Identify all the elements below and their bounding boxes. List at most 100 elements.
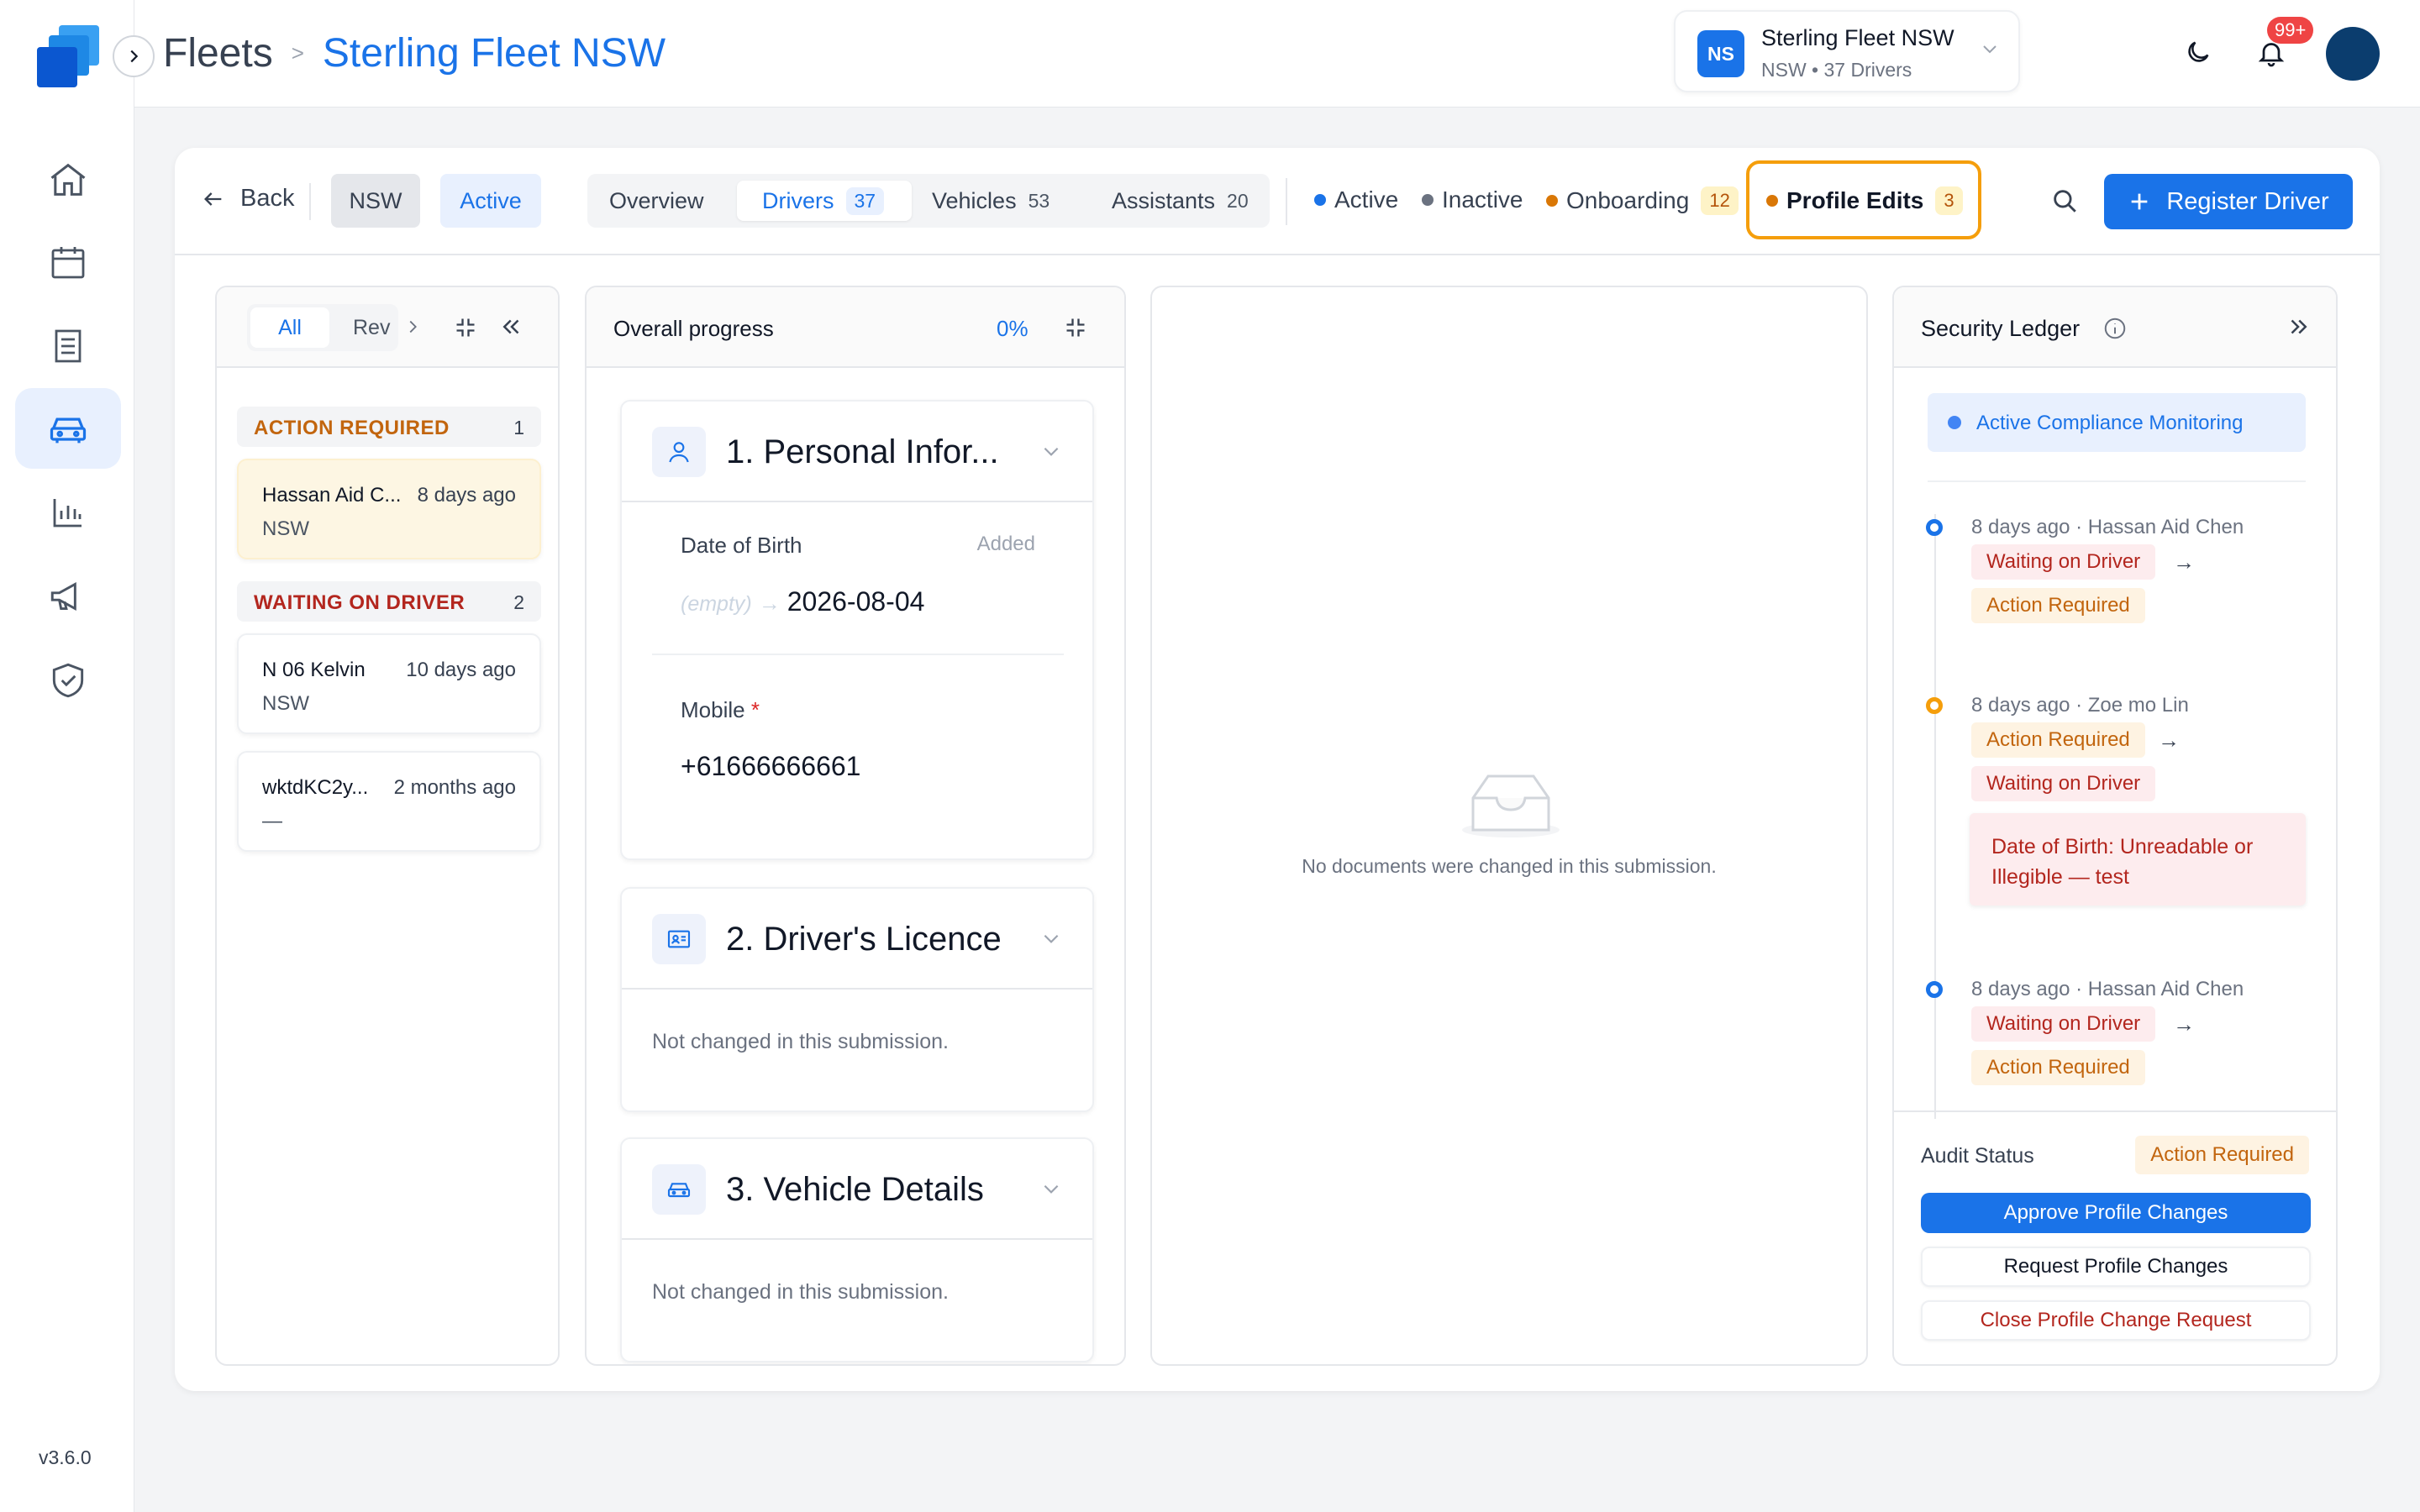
- ledger-header: Security Ledger: [1894, 287, 2336, 368]
- group-count: 2: [513, 591, 524, 613]
- request-changes-button[interactable]: Request Profile Changes: [1921, 1247, 2311, 1287]
- section-title: 2. Driver's Licence: [726, 921, 1002, 958]
- arrow-left-icon: [204, 192, 222, 206]
- tab-count: 37: [845, 186, 885, 215]
- filter-active[interactable]: Active: [1314, 186, 1398, 213]
- moon-icon: [2188, 41, 2209, 62]
- tab-assistants[interactable]: Assistants 20: [1112, 181, 1249, 221]
- filter-all[interactable]: All: [250, 307, 329, 348]
- ledger-footer: Audit Status Action Required Approve Pro…: [1894, 1110, 2336, 1364]
- group-title: ACTION REQUIRED: [254, 417, 450, 439]
- group-count: 1: [513, 417, 524, 438]
- arrow-right-icon: →: [2173, 1011, 2195, 1037]
- chevron-down-icon: [1040, 1178, 1062, 1204]
- monitor-text: Active Compliance Monitoring: [1976, 412, 2244, 434]
- queue-item[interactable]: N 06 Kelvin 10 days ago NSW: [237, 633, 541, 734]
- field-new-value: 2026-08-04: [786, 586, 925, 617]
- region-chip[interactable]: NSW: [331, 174, 420, 228]
- arrow-right-icon: →: [2173, 549, 2195, 575]
- item-time: 2 months ago: [393, 776, 516, 799]
- filter-scroll-right[interactable]: [403, 318, 422, 340]
- nav-fleets[interactable]: [15, 388, 121, 469]
- car-icon: [652, 1164, 706, 1215]
- field-label-row: Mobile *: [681, 697, 760, 723]
- compliance-monitor-banner: Active Compliance Monitoring: [1928, 393, 2306, 452]
- section-title: 3. Vehicle Details: [726, 1171, 984, 1208]
- collapse-ledger-button[interactable]: [2286, 314, 2311, 344]
- queue-item[interactable]: wktdKC2y... 2 months ago —: [237, 751, 541, 852]
- breadcrumb-fleets[interactable]: Fleets: [163, 30, 273, 76]
- chevrons-left-icon: [502, 319, 519, 334]
- filter-inactive[interactable]: Inactive: [1422, 186, 1523, 213]
- close-request-button[interactable]: Close Profile Change Request: [1921, 1300, 2311, 1341]
- field-mobile: Mobile * +61666666661: [652, 669, 1064, 820]
- section-header[interactable]: 1. Personal Infor...: [622, 402, 1092, 502]
- nav-documents[interactable]: [15, 306, 121, 386]
- bar-chart-icon: [53, 499, 82, 528]
- car-icon: [50, 417, 87, 444]
- nav-home[interactable]: [15, 139, 121, 220]
- required-marker: *: [750, 697, 760, 722]
- tab-drivers[interactable]: Drivers 37: [737, 181, 912, 221]
- tab-vehicles[interactable]: Vehicles 53: [932, 181, 1050, 221]
- filter-review[interactable]: Rev: [353, 316, 390, 340]
- rejection-note: Date of Birth: Unreadable or Illegible —…: [1970, 813, 2306, 906]
- tab-count: 53: [1028, 189, 1050, 212]
- security-ledger-panel: Security Ledger Active Compliance Monito…: [1892, 286, 2338, 1366]
- filter-label: Onboarding: [1566, 187, 1690, 213]
- item-region: NSW: [262, 692, 309, 715]
- group-waiting-on-driver[interactable]: WAITING ON DRIVER 2: [237, 581, 541, 622]
- sidebar-expand-button[interactable]: [113, 35, 155, 77]
- chevron-right-icon: [130, 50, 139, 63]
- status-to: Action Required: [1971, 588, 2145, 623]
- tab-label: Vehicles: [932, 187, 1017, 213]
- status-from: Waiting on Driver: [1971, 544, 2156, 580]
- status-chip[interactable]: Active: [440, 174, 541, 228]
- queue-filter: All Rev: [247, 304, 398, 351]
- ledger-title: Security Ledger: [1921, 316, 2081, 341]
- approve-changes-button[interactable]: Approve Profile Changes: [1921, 1193, 2311, 1233]
- filter-profile-edits[interactable]: Profile Edits 3: [1766, 186, 1963, 215]
- status-from: Waiting on Driver: [1971, 1006, 2156, 1042]
- sidebar: v3.6.0: [0, 0, 134, 1512]
- nav-announcements[interactable]: [15, 556, 121, 637]
- group-action-required[interactable]: ACTION REQUIRED 1: [237, 407, 541, 447]
- theme-toggle[interactable]: [2180, 34, 2217, 71]
- entry-meta: 8 days ago · Zoe mo Lin: [1971, 694, 2189, 717]
- collapse-rows-button[interactable]: [454, 316, 477, 344]
- queue-item[interactable]: Hassan Aid C... 8 days ago NSW: [237, 459, 541, 559]
- app-logo[interactable]: [30, 22, 104, 92]
- plus-icon: [2131, 193, 2148, 210]
- group-title: WAITING ON DRIVER: [254, 591, 466, 614]
- nav-calendar[interactable]: [15, 222, 121, 302]
- section-note: Not changed in this submission.: [652, 1030, 949, 1053]
- driver-name: Hassan Aid C...: [262, 484, 402, 507]
- register-driver-button[interactable]: Register Driver: [2104, 174, 2353, 229]
- app-version: v3.6.0: [39, 1446, 92, 1468]
- filter-label: Inactive: [1442, 186, 1523, 213]
- filter-onboarding[interactable]: Onboarding 12: [1546, 186, 1739, 215]
- section-personal-info: 1. Personal Infor... Date of Birth Added…: [620, 400, 1094, 860]
- search-button[interactable]: [2050, 186, 2079, 219]
- collapse-panel-button[interactable]: [499, 314, 524, 344]
- fleet-switcher[interactable]: NS Sterling Fleet NSW NSW • 37 Drivers: [1674, 10, 2020, 92]
- back-button[interactable]: Back: [202, 185, 294, 213]
- nav-reports[interactable]: [15, 472, 121, 553]
- item-region: NSW: [262, 517, 309, 540]
- tab-count: 20: [1227, 189, 1249, 212]
- fleet-subtitle: NSW • 37 Drivers: [1761, 59, 1912, 81]
- section-header[interactable]: 3. Vehicle Details: [622, 1139, 1092, 1240]
- user-avatar[interactable]: [2326, 27, 2380, 81]
- section-header[interactable]: 2. Driver's Licence: [622, 889, 1092, 990]
- tab-overview[interactable]: Overview: [609, 181, 704, 221]
- collapse-sections-button[interactable]: [1064, 316, 1087, 344]
- filter-count: 3: [1935, 186, 1963, 215]
- info-icon[interactable]: [2102, 316, 2128, 345]
- section-drivers-licence: 2. Driver's Licence Not changed in this …: [620, 887, 1094, 1112]
- entry-meta: 8 days ago · Hassan Aid Chen: [1971, 978, 2244, 1000]
- timeline-dot: [1926, 519, 1943, 536]
- nav-compliance[interactable]: [15, 640, 121, 721]
- status-dot: [1948, 416, 1961, 429]
- item-region: —: [262, 810, 282, 832]
- tab-label: Overview: [609, 187, 704, 213]
